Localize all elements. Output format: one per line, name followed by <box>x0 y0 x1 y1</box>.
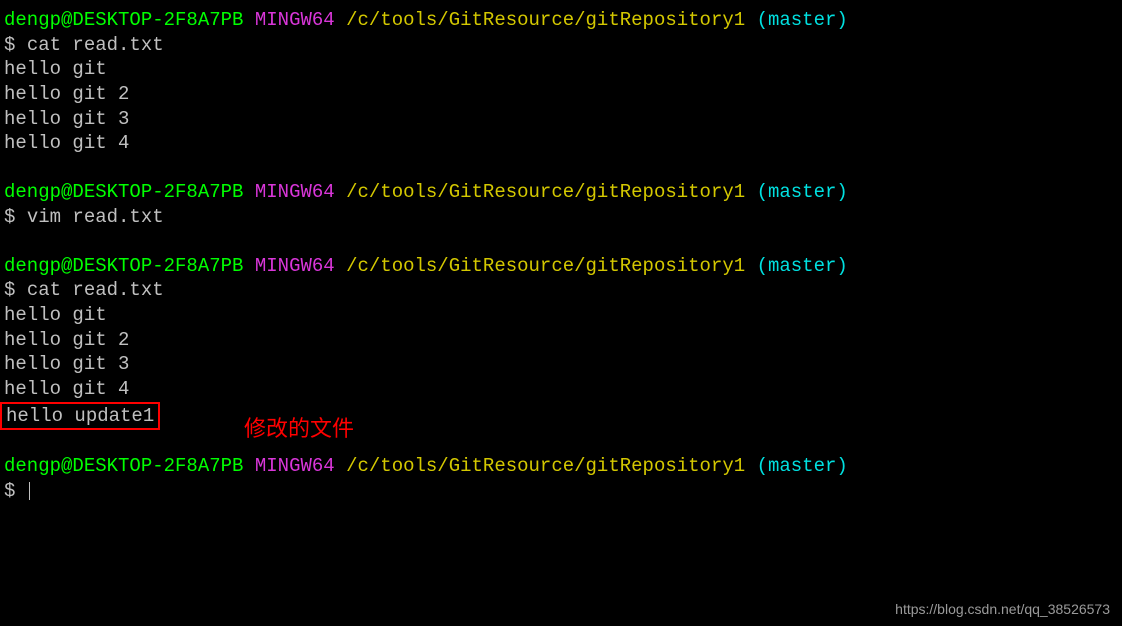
command-text: cat read.txt <box>27 34 164 56</box>
env-label: MINGW64 <box>255 181 335 203</box>
branch: (master) <box>757 181 848 203</box>
prompt-line: dengp@DESKTOP-2F8A7PB MINGW64 /c/tools/G… <box>4 254 1118 279</box>
command-text: vim read.txt <box>27 206 164 228</box>
annotation-label: 修改的文件 <box>244 415 354 444</box>
prompt-symbol: $ <box>4 206 15 228</box>
terminal-block-1: dengp@DESKTOP-2F8A7PB MINGW64 /c/tools/G… <box>4 8 1118 156</box>
terminal-block-3: dengp@DESKTOP-2F8A7PB MINGW64 /c/tools/G… <box>4 254 1118 431</box>
output-line: hello git 2 <box>4 82 1118 107</box>
prompt-line: dengp@DESKTOP-2F8A7PB MINGW64 /c/tools/G… <box>4 8 1118 33</box>
command-line: $ cat read.txt <box>4 33 1118 58</box>
prompt-symbol: $ <box>4 279 15 301</box>
user-host: dengp@DESKTOP-2F8A7PB <box>4 9 243 31</box>
path: /c/tools/GitResource/gitRepository1 <box>346 455 745 477</box>
user-host: dengp@DESKTOP-2F8A7PB <box>4 255 243 277</box>
command-input-line[interactable]: $ <box>4 479 1118 504</box>
prompt-line: dengp@DESKTOP-2F8A7PB MINGW64 /c/tools/G… <box>4 180 1118 205</box>
output-line: hello git 3 <box>4 107 1118 132</box>
output-line: hello git 3 <box>4 352 1118 377</box>
branch: (master) <box>757 9 848 31</box>
watermark: https://blog.csdn.net/qq_38526573 <box>895 600 1110 618</box>
command-text: cat read.txt <box>27 279 164 301</box>
output-line: hello git 4 <box>4 131 1118 156</box>
env-label: MINGW64 <box>255 9 335 31</box>
path: /c/tools/GitResource/gitRepository1 <box>346 181 745 203</box>
output-line: hello git <box>4 303 1118 328</box>
output-line: hello git 2 <box>4 328 1118 353</box>
prompt-symbol: $ <box>4 480 15 502</box>
command-line: $ vim read.txt <box>4 205 1118 230</box>
prompt-line: dengp@DESKTOP-2F8A7PB MINGW64 /c/tools/G… <box>4 454 1118 479</box>
user-host: dengp@DESKTOP-2F8A7PB <box>4 181 243 203</box>
highlight-box: hello update1 <box>0 402 160 431</box>
terminal-block-2: dengp@DESKTOP-2F8A7PB MINGW64 /c/tools/G… <box>4 180 1118 229</box>
cursor-icon <box>29 482 30 500</box>
path: /c/tools/GitResource/gitRepository1 <box>346 9 745 31</box>
output-line: hello git <box>4 57 1118 82</box>
user-host: dengp@DESKTOP-2F8A7PB <box>4 455 243 477</box>
highlighted-output: hello update1 <box>4 402 1118 431</box>
prompt-symbol: $ <box>4 34 15 56</box>
path: /c/tools/GitResource/gitRepository1 <box>346 255 745 277</box>
branch: (master) <box>757 255 848 277</box>
branch: (master) <box>757 455 848 477</box>
env-label: MINGW64 <box>255 455 335 477</box>
terminal-block-4: dengp@DESKTOP-2F8A7PB MINGW64 /c/tools/G… <box>4 454 1118 503</box>
command-line: $ cat read.txt <box>4 278 1118 303</box>
env-label: MINGW64 <box>255 255 335 277</box>
output-line: hello git 4 <box>4 377 1118 402</box>
